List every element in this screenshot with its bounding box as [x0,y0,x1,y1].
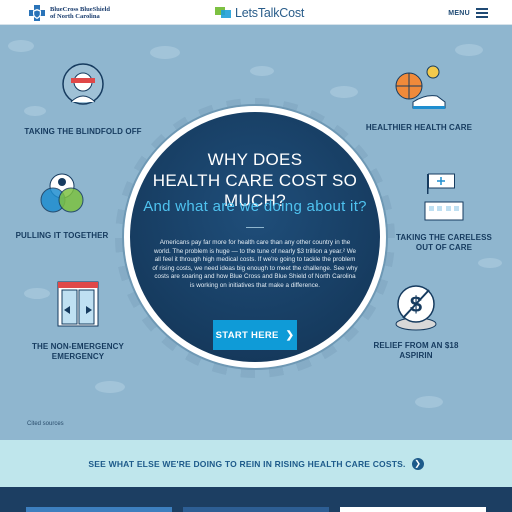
cloud-decoration [330,86,358,98]
topic-careless[interactable]: TAKING THE CARELESS OUT OF CARE [396,172,492,253]
letstalkcost-logo[interactable]: LetsTalkCost [215,4,304,22]
cloud-decoration [415,396,443,408]
topic-aspirin[interactable]: $ RELIEF FROM AN $18 ASPIRIN [366,282,466,361]
divider [246,227,264,228]
hero-section: WHY DOES HEALTH CARE COST SO MUCH? And w… [0,26,512,440]
cloud-decoration [95,381,125,393]
cloud-decoration [8,40,34,52]
footer-tile[interactable] [340,507,486,512]
topic-blindfold[interactable]: TAKING THE BLINDFOLD OFF [20,62,146,137]
banner-text: SEE WHAT ELSE WE'RE DOING TO REIN IN RIS… [88,458,406,469]
crossed-dollar-coin-icon: $ [395,285,437,331]
cited-sources-link[interactable]: Cited sources [27,421,64,427]
topic-emergency-label: THE NON-EMERGENCY EMERGENCY [32,342,124,361]
more-initiatives-banner[interactable]: SEE WHAT ELSE WE'RE DOING TO REIN IN RIS… [0,440,512,487]
hero-title-line1: WHY DOES [207,150,303,169]
topic-together-label: PULLING IT TOGETHER [15,231,109,240]
hamburger-icon [476,8,488,18]
topic-blindfold-label: TAKING THE BLINDFOLD OFF [24,127,142,136]
blindfolded-person-icon [62,63,104,105]
footer-tile[interactable] [26,507,172,512]
hero-circle: WHY DOES HEALTH CARE COST SO MUCH? And w… [124,106,386,368]
hero-subtitle: And what are we doing about it? [143,198,367,215]
topic-healthier[interactable]: HEALTHIER HEALTH CARE [364,62,474,133]
start-here-label: START HERE [215,329,279,341]
basketball-sneaker-icon [395,65,446,109]
people-venn-icon [40,173,84,213]
speech-bubble-icon [215,7,231,18]
bcbs-logo[interactable]: BlueCross BlueShield of North Carolina [28,4,110,22]
site-logo-text: LetsTalkCost [235,6,305,20]
bcbs-logo-text: BlueCross BlueShield of North Carolina [50,6,111,20]
footer-tile[interactable] [183,507,329,512]
chevron-right-icon: ❯ [411,457,424,470]
topic-emergency[interactable]: THE NON-EMERGENCY EMERGENCY [30,280,126,362]
menu-label: MENU [448,9,470,17]
site-header: BlueCross BlueShield of North Carolina L… [0,0,512,25]
menu-button[interactable]: MENU [448,6,488,20]
hero-body-text: Americans pay far more for health care t… [152,239,358,289]
topic-together[interactable]: PULLING IT TOGETHER [12,170,112,241]
cloud-decoration [150,46,180,59]
topic-careless-label: TAKING THE CARELESS OUT OF CARE [396,233,492,252]
topic-aspirin-label: RELIEF FROM AN $18 ASPIRIN [373,341,459,360]
topic-healthier-label: HEALTHIER HEALTH CARE [365,123,473,132]
chevron-right-icon: ❯ [285,329,295,341]
sliding-doors-icon [57,281,99,327]
bcbs-cross-shield-icon [29,5,45,21]
cloud-decoration [250,66,274,76]
cloud-decoration [455,44,483,56]
cloud-decoration [478,258,502,268]
hospital-building-icon [424,173,464,221]
start-here-button[interactable]: START HERE ❯ [213,320,297,350]
